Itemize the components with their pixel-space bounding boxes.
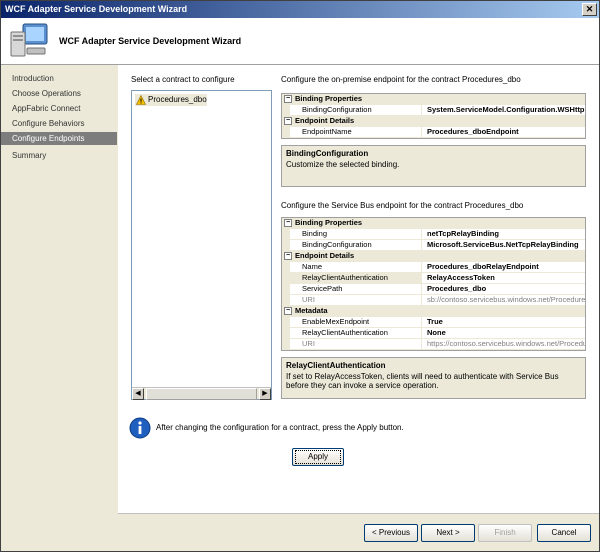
apply-button[interactable]: Apply (292, 448, 344, 466)
contract-name: Procedures_dbo (148, 95, 207, 104)
onpremise-label: Configure the on-premise endpoint for th… (281, 75, 521, 84)
category-binding-properties[interactable]: − Binding Properties (282, 218, 585, 229)
computer-icon (10, 23, 48, 57)
property-row[interactable]: RelayClientAuthentication None (282, 328, 585, 339)
scroll-left-button[interactable]: ◀ (132, 388, 144, 400)
arrow-left-icon: ◀ (135, 390, 141, 397)
property-row-readonly[interactable]: URI https://contoso.servicebus.windows.n… (282, 339, 585, 350)
nav-item-configure-behaviors[interactable]: Configure Behaviors (1, 117, 117, 130)
property-row[interactable]: ServicePath Procedures_dbo (282, 284, 585, 295)
info-icon (129, 417, 151, 439)
property-row[interactable]: Binding netTcpRelayBinding (282, 229, 585, 240)
scroll-thumb[interactable] (146, 388, 257, 400)
onpremise-description: BindingConfiguration Customize the selec… (281, 145, 586, 187)
wizard-header: WCF Adapter Service Development Wizard (1, 18, 599, 65)
collapse-icon[interactable]: − (284, 307, 292, 315)
nav-item-appfabric-connect[interactable]: AppFabric Connect (1, 102, 117, 115)
category-binding-properties[interactable]: − Binding Properties (282, 94, 585, 105)
header-title: WCF Adapter Service Development Wizard (59, 36, 242, 46)
contracts-scrollbar[interactable]: ◀ ▶ (132, 387, 271, 400)
description-title: RelayClientAuthentication (286, 361, 386, 370)
cancel-button[interactable]: Cancel (537, 524, 591, 542)
property-row-readonly[interactable]: URI sb://contoso.servicebus.windows.net/… (282, 295, 585, 306)
servicebus-property-grid[interactable]: − Binding Properties Binding netTcpRelay… (281, 217, 586, 351)
previous-button[interactable]: < Previous (364, 524, 418, 542)
servicebus-label: Configure the Service Bus endpoint for t… (281, 201, 524, 210)
category-endpoint-details[interactable]: − Endpoint Details (282, 116, 585, 127)
close-icon: ✕ (585, 4, 594, 14)
nav-item-configure-endpoints[interactable]: Configure Endpoints (1, 132, 117, 145)
finish-button[interactable]: Finish (478, 524, 532, 542)
info-text: After changing the configuration for a c… (156, 423, 404, 432)
wizard-footer: < Previous Next > Finish Cancel (118, 513, 599, 551)
warning-icon (136, 95, 146, 105)
contracts-label: Select a contract to configure (131, 75, 235, 84)
wizard-window: WCF Adapter Service Development Wizard ✕… (0, 0, 600, 552)
nav-item-choose-operations[interactable]: Choose Operations (1, 87, 117, 100)
collapse-icon[interactable]: − (284, 219, 292, 227)
property-row[interactable]: BindingConfiguration Microsoft.ServiceBu… (282, 240, 585, 251)
property-row[interactable]: BindingConfiguration System.ServiceModel… (282, 105, 585, 116)
category-metadata[interactable]: − Metadata (282, 306, 585, 317)
collapse-icon[interactable]: − (284, 95, 292, 103)
category-endpoint-details[interactable]: − Endpoint Details (282, 251, 585, 262)
contracts-list[interactable]: Procedures_dbo ◀ ▶ (131, 90, 272, 400)
property-row[interactable]: Name Procedures_dboRelayEndpoint (282, 262, 585, 273)
property-row[interactable]: EndpointName Procedures_dboEndpoint (282, 127, 585, 138)
arrow-right-icon: ▶ (262, 390, 268, 397)
description-title: BindingConfiguration (286, 149, 369, 158)
window-title: WCF Adapter Service Development Wizard (5, 4, 188, 14)
list-item[interactable]: Procedures_dbo (135, 94, 207, 106)
property-row[interactable]: EnableMexEndpoint True (282, 317, 585, 328)
servicebus-description: RelayClientAuthentication If set to Rela… (281, 357, 586, 399)
nav-item-summary[interactable]: Summary (1, 149, 117, 162)
collapse-icon[interactable]: − (284, 117, 292, 125)
nav-item-introduction[interactable]: Introduction (1, 72, 117, 85)
description-text: Customize the selected binding. (286, 160, 400, 169)
wizard-nav: Introduction Choose Operations AppFabric… (1, 65, 118, 551)
property-row-selected[interactable]: RelayClientAuthentication RelayAccessTok… (282, 273, 585, 284)
description-text: If set to RelayAccessToken, clients will… (286, 372, 559, 390)
wizard-content: Select a contract to configure Procedure… (118, 65, 599, 513)
title-bar[interactable]: WCF Adapter Service Development Wizard ✕ (1, 1, 599, 18)
collapse-icon[interactable]: − (284, 252, 292, 260)
next-button[interactable]: Next > (421, 524, 475, 542)
onpremise-property-grid[interactable]: − Binding Properties BindingConfiguratio… (281, 93, 586, 139)
scroll-right-button[interactable]: ▶ (259, 388, 271, 400)
close-button[interactable]: ✕ (582, 3, 597, 16)
